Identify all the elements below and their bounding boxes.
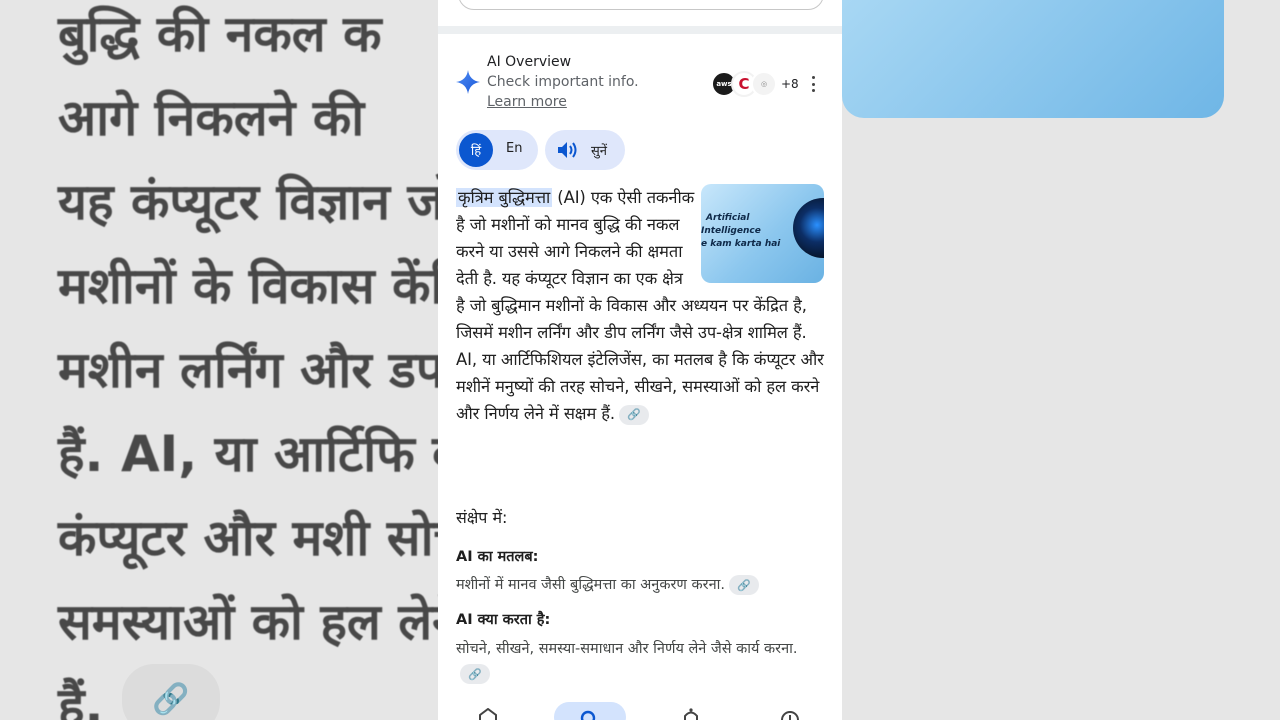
background-link-icon: 🔗	[122, 664, 220, 720]
summary-item-text-content: मशीनों में मानव जैसी बुद्धिमत्ता का अनुक…	[456, 577, 725, 593]
language-english-button[interactable]: En	[506, 141, 522, 156]
summary-item-title: AI का मतलब:	[456, 549, 539, 565]
ai-overview-title: AI Overview	[487, 54, 572, 70]
history-icon[interactable]	[780, 708, 800, 720]
source-count: +8	[781, 77, 799, 91]
gemini-spark-icon	[456, 70, 480, 94]
source-avatars[interactable]: aws C ◎ +8	[711, 71, 799, 97]
language-toggle[interactable]: हिं En	[456, 130, 538, 170]
link-icon[interactable]: 🔗	[729, 575, 759, 595]
search-icon	[580, 710, 596, 720]
phone-screen: AI Overview Check important info. Learn …	[438, 0, 842, 720]
link-icon[interactable]: 🔗	[618, 404, 649, 425]
source-generic-icon: ◎	[751, 71, 777, 97]
ai-overview-subtitle: Check important info.	[487, 74, 639, 90]
summary-heading: संक्षेप में:	[456, 508, 508, 527]
highlighted-term: कृत्रिम बुद्धिमत्ता	[456, 188, 553, 207]
summary-item-text: मशीनों में मानव जैसी बुद्धिमत्ता का अनुक…	[456, 574, 759, 595]
notifications-icon[interactable]	[681, 708, 701, 720]
overview-paragraph: कृत्रिम बुद्धिमत्ता (AI) एक ऐसी तकनीक है…	[456, 184, 826, 427]
bottom-navigation	[438, 700, 842, 720]
listen-label: सुनें	[591, 144, 608, 159]
search-bar[interactable]	[458, 0, 824, 10]
language-hindi-button[interactable]: हिं	[459, 133, 493, 167]
nav-search-tab[interactable]	[554, 702, 626, 720]
summary-item-title: AI क्या करता है:	[456, 612, 551, 628]
link-icon[interactable]: 🔗	[460, 664, 490, 684]
ai-overview-header: AI Overview Check important info. Learn …	[456, 52, 824, 116]
listen-button[interactable]: सुनें	[545, 130, 625, 170]
section-divider	[438, 26, 842, 34]
learn-more-link[interactable]: Learn more	[487, 94, 567, 110]
summary-item-text-content: सोचने, सीखने, समस्या-समाधान और निर्णय ले…	[456, 641, 798, 657]
home-icon[interactable]	[478, 708, 498, 720]
summary-item-text: सोचने, सीखने, समस्या-समाधान और निर्णय ले…	[456, 637, 830, 687]
speaker-icon	[558, 142, 577, 158]
more-vert-icon[interactable]	[806, 74, 820, 94]
